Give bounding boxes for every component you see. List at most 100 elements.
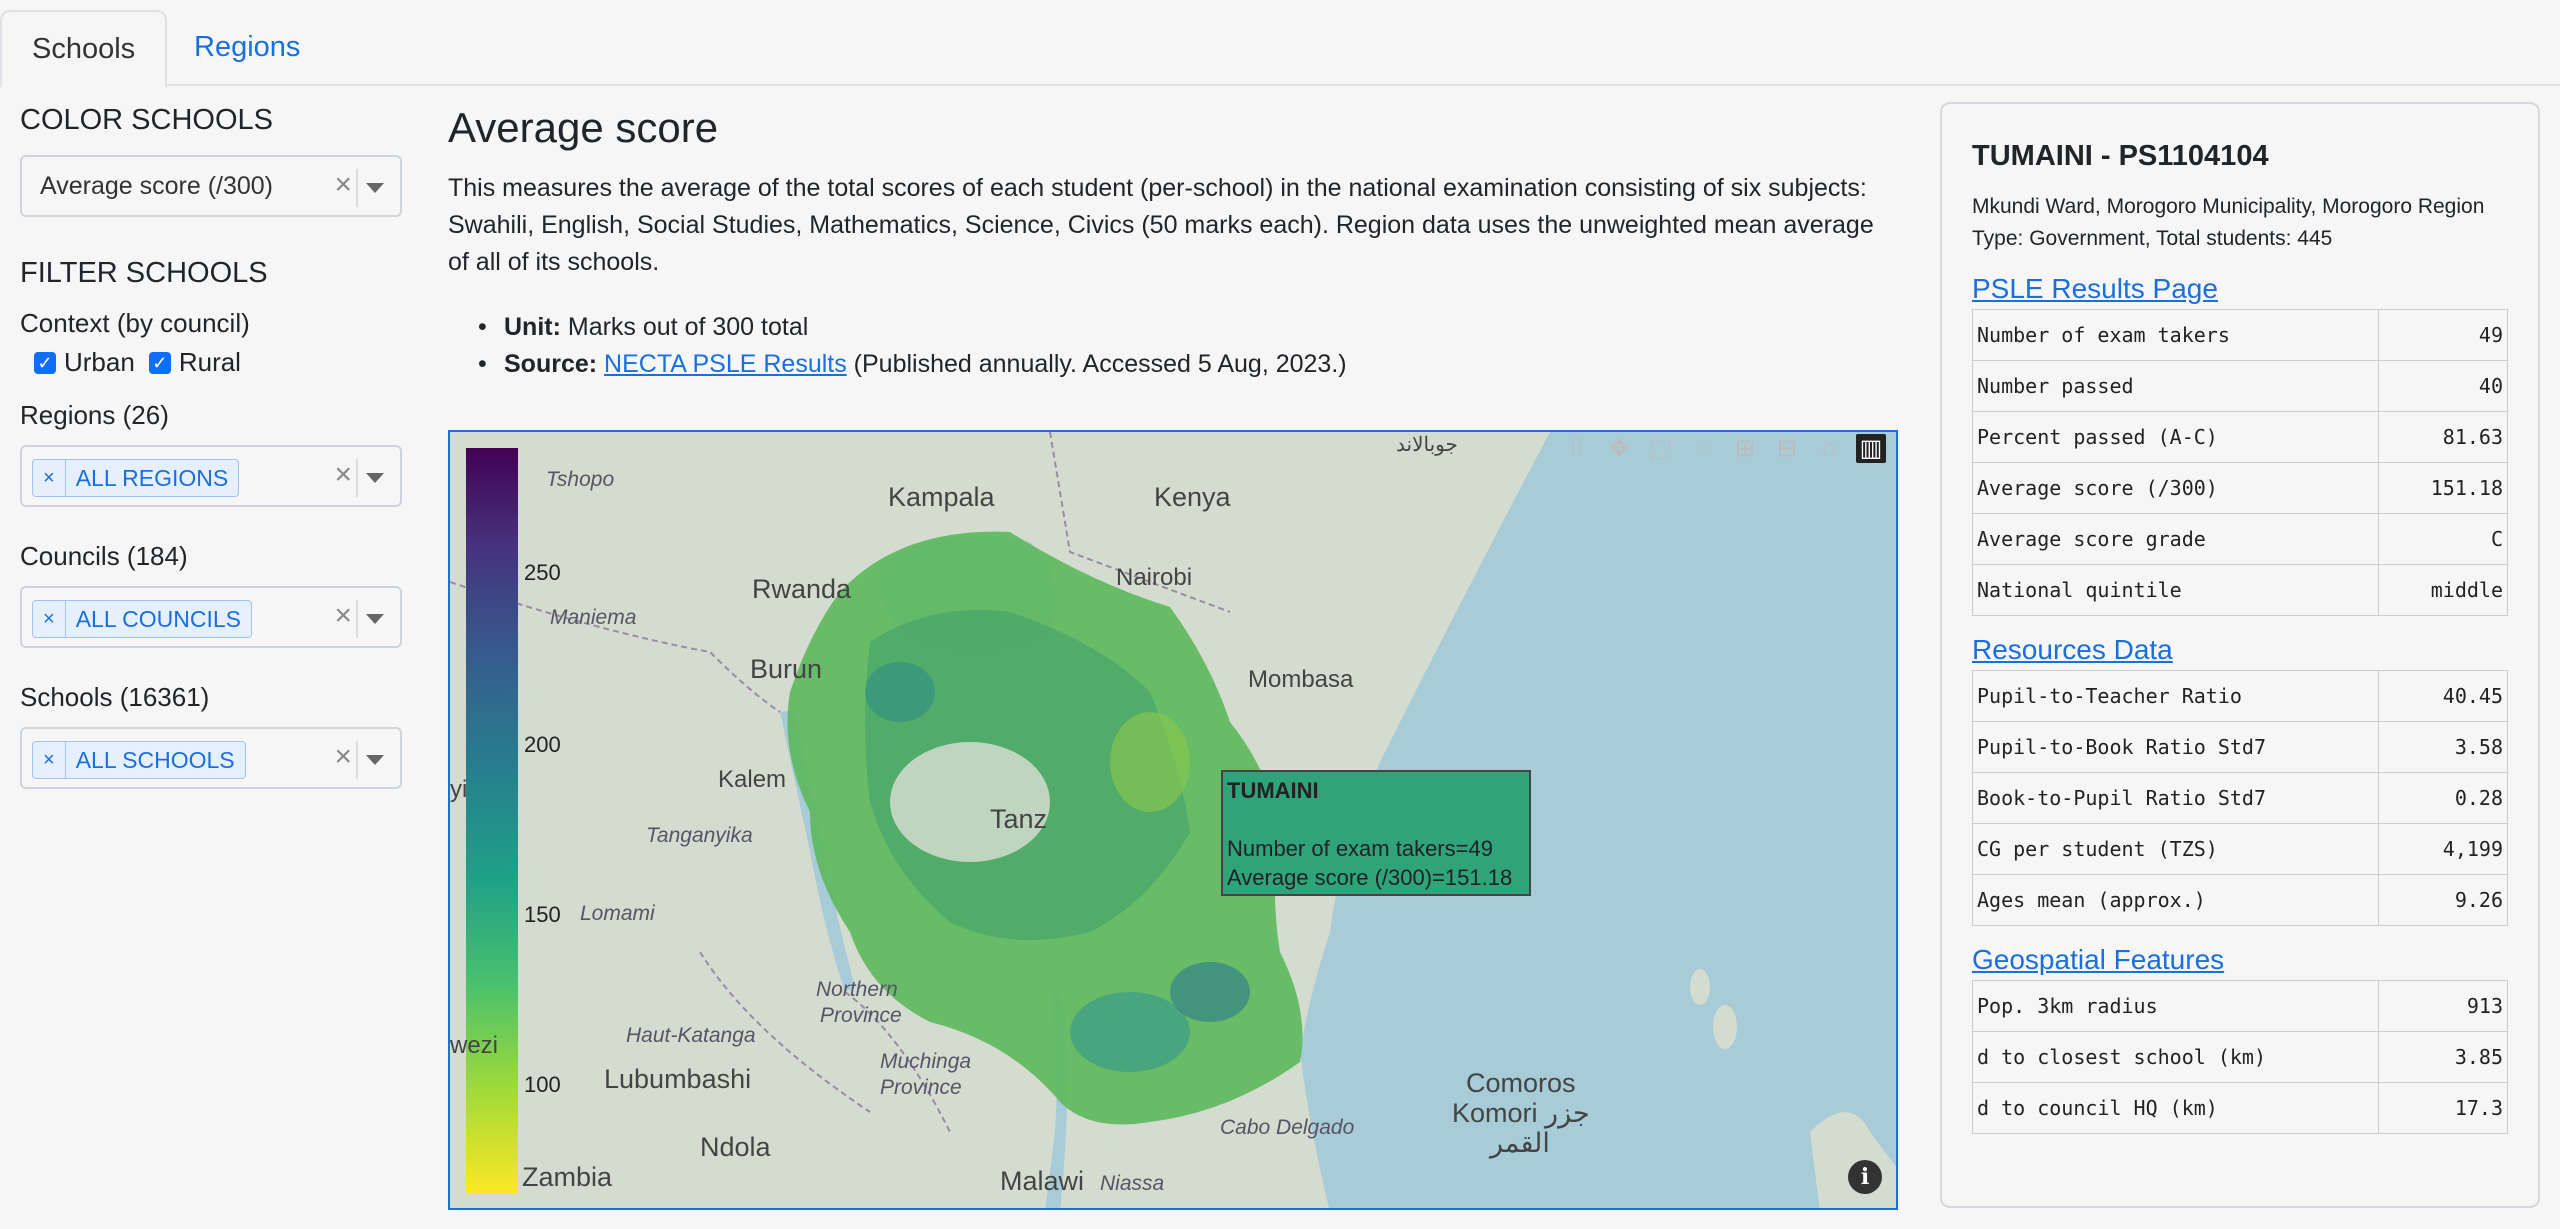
map-label: Cabo Delgado bbox=[1220, 1116, 1355, 1139]
row-label: d to closest school (km) bbox=[1972, 1031, 2379, 1083]
source-link[interactable]: NECTA PSLE Results bbox=[604, 350, 847, 378]
row-value: 913 bbox=[2378, 980, 2508, 1032]
chevron-down-icon[interactable] bbox=[366, 614, 384, 624]
context-checkboxes: ✓ Urban ✓ Rural bbox=[34, 347, 406, 378]
info-icon[interactable]: i bbox=[1848, 1160, 1882, 1194]
schools-select[interactable]: × ALL SCHOOLS × bbox=[20, 727, 402, 789]
row-value: 4,199 bbox=[2378, 823, 2508, 875]
camera-icon[interactable]: ⌷ bbox=[1562, 434, 1592, 463]
chevron-down-icon[interactable] bbox=[366, 755, 384, 765]
councils-select[interactable]: × ALL COUNCILS × bbox=[20, 586, 402, 648]
row-label: Pop. 3km radius bbox=[1972, 980, 2379, 1032]
plotly-logo-icon[interactable]: ▥ bbox=[1856, 434, 1886, 463]
table-row: Number passed 40 bbox=[1972, 360, 2508, 412]
colorbar-tick: 150 bbox=[524, 902, 561, 927]
map-label: yi bbox=[450, 776, 468, 803]
resources-table: Pupil-to-Teacher Ratio 40.45 Pupil-to-Book… bbox=[1972, 670, 2508, 926]
schools-chip-label: ALL SCHOOLS bbox=[75, 746, 235, 773]
map-label: Komori جزر bbox=[1452, 1098, 1590, 1128]
table-row: Ages mean (approx.) 9.26 bbox=[1972, 874, 2508, 926]
colorbar-tick: 250 bbox=[524, 560, 561, 585]
map-label: wezi bbox=[450, 1032, 499, 1059]
table-row: CG per student (TZS) 4,199 bbox=[1972, 823, 2508, 875]
map-label: Nairobi bbox=[1116, 564, 1193, 591]
councils-chip-label: ALL COUNCILS bbox=[75, 605, 241, 632]
zoom-in-icon[interactable]: ⊞ bbox=[1730, 434, 1760, 463]
page-title: Average score bbox=[448, 104, 719, 151]
psle-results-link[interactable]: PSLE Results Page bbox=[1972, 273, 2508, 305]
lasso-select-icon[interactable]: ◌ bbox=[1688, 434, 1718, 463]
clear-icon[interactable]: × bbox=[334, 458, 352, 492]
map-label: جوبالاند bbox=[1396, 434, 1458, 456]
pan-icon[interactable]: ✥ bbox=[1604, 434, 1634, 463]
regions-select[interactable]: × ALL REGIONS × bbox=[20, 445, 402, 507]
chevron-down-icon[interactable] bbox=[366, 473, 384, 483]
clear-icon[interactable]: × bbox=[334, 599, 352, 633]
row-value: C bbox=[2378, 513, 2508, 565]
colorbar-tick: 200 bbox=[524, 732, 561, 757]
remove-chip-icon[interactable]: × bbox=[33, 601, 66, 637]
map-plot[interactable]: 250 200 150 100 Tshopo Kampala Kenya Rwa… bbox=[448, 430, 1898, 1210]
resources-data-link[interactable]: Resources Data bbox=[1972, 634, 2508, 666]
map-label: Maniema bbox=[550, 606, 637, 629]
chevron-down-icon[interactable] bbox=[366, 183, 384, 193]
urban-checkbox[interactable]: ✓ bbox=[34, 351, 56, 374]
councils-chip: × ALL COUNCILS bbox=[32, 600, 252, 638]
plot-modebar: ⌷ ✥ ⬚ ◌ ⊞ ⊟ ⌂ ▥ bbox=[1562, 434, 1886, 463]
colorbar-tick: 100 bbox=[524, 1072, 561, 1097]
metric-info-list: Unit: Marks out of 300 total Source: NEC… bbox=[448, 309, 1898, 383]
row-label: Pupil-to-Book Ratio Std7 bbox=[1972, 721, 2379, 773]
color-schools-heading: COLOR SCHOOLS bbox=[20, 104, 273, 136]
select-divider bbox=[356, 600, 358, 638]
map-label: Tshopo bbox=[546, 468, 615, 491]
zoom-out-icon[interactable]: ⊟ bbox=[1772, 434, 1802, 463]
hover-tooltip: TUMAINI Number of exam takers=49 Average… bbox=[1221, 770, 1531, 896]
tab-schools[interactable]: Schools bbox=[0, 10, 168, 88]
map-label: Tanganyika bbox=[646, 824, 753, 847]
map-label: القمر bbox=[1490, 1128, 1550, 1158]
geo-table: Pop. 3km radius 913 d to closest school (k… bbox=[1972, 980, 2508, 1134]
clear-icon[interactable]: × bbox=[334, 740, 352, 774]
color-metric-value: Average score (/300) bbox=[40, 172, 273, 200]
geospatial-features-link[interactable]: Geospatial Features bbox=[1972, 944, 2508, 976]
map-label: Burun bbox=[750, 654, 823, 684]
row-label: Pupil-to-Teacher Ratio bbox=[1972, 670, 2379, 722]
map-label: Northern bbox=[816, 978, 898, 1001]
tab-regions[interactable]: Regions bbox=[164, 10, 330, 84]
row-value: 0.28 bbox=[2378, 772, 2508, 824]
clear-icon[interactable]: × bbox=[334, 168, 352, 202]
map-label: Muchinga bbox=[880, 1050, 972, 1073]
row-label: Average score (/300) bbox=[1972, 462, 2379, 514]
color-metric-select[interactable]: Average score (/300) × bbox=[20, 155, 402, 217]
map-label: Haut-Katanga bbox=[626, 1024, 756, 1047]
home-icon[interactable]: ⌂ bbox=[1814, 434, 1844, 463]
tab-bar: Schools Regions bbox=[0, 0, 2560, 88]
rural-checkbox[interactable]: ✓ bbox=[148, 351, 171, 374]
box-select-icon[interactable]: ⬚ bbox=[1646, 434, 1676, 463]
remove-chip-icon[interactable]: × bbox=[33, 742, 66, 778]
row-label: Number of exam takers bbox=[1972, 309, 2379, 361]
urban-label: Urban bbox=[64, 347, 135, 377]
regions-label: Regions (26) bbox=[20, 400, 169, 430]
row-value: 3.58 bbox=[2378, 721, 2508, 773]
remove-chip-icon[interactable]: × bbox=[33, 460, 66, 496]
row-value: middle bbox=[2378, 564, 2508, 616]
table-row: National quintile middle bbox=[1972, 564, 2508, 616]
schools-label: Schools (16361) bbox=[20, 682, 210, 712]
map-label: Kalem bbox=[718, 766, 787, 793]
tooltip-line: Average score (/300)=151.18 bbox=[1227, 865, 1513, 890]
unit-label: Unit: bbox=[504, 313, 561, 341]
map-label: Tanz bbox=[990, 804, 1048, 834]
table-row: Average score grade C bbox=[1972, 513, 2508, 565]
source-label: Source: bbox=[504, 350, 598, 378]
school-type: Type: Government, Total students: 445 bbox=[1972, 227, 2333, 250]
row-label: Average score grade bbox=[1972, 513, 2379, 565]
map-label: Province bbox=[820, 1004, 902, 1027]
table-row: Pupil-to-Book Ratio Std7 3.58 bbox=[1972, 721, 2508, 773]
row-label: National quintile bbox=[1972, 564, 2379, 616]
map-label: Lubumbashi bbox=[604, 1064, 752, 1094]
map-label: Kenya bbox=[1154, 482, 1231, 512]
row-value: 17.3 bbox=[2378, 1082, 2508, 1134]
regions-chip: × ALL REGIONS bbox=[32, 459, 240, 497]
map-label: Province bbox=[880, 1076, 962, 1099]
